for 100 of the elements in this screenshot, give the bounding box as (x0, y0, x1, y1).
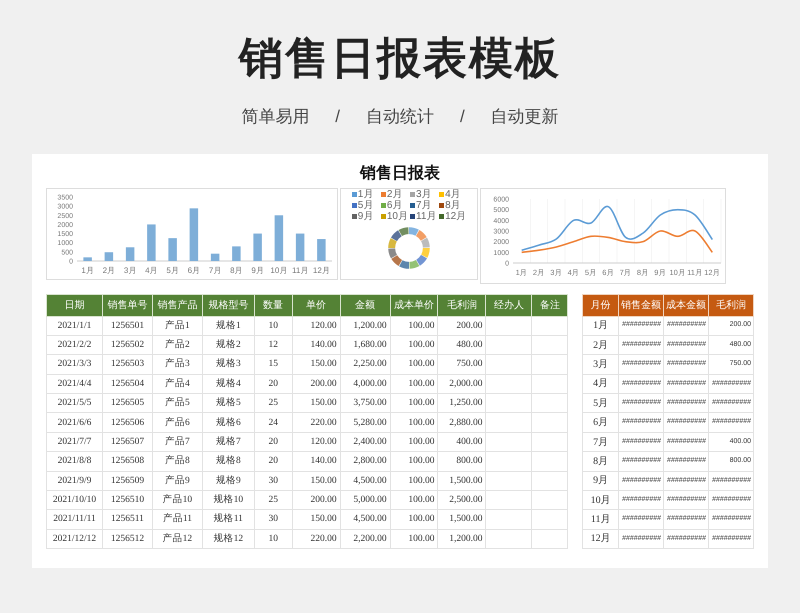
table-cell: 1256501 (102, 316, 152, 336)
table-cell: 150.00 (292, 471, 340, 491)
table-cell: 产品11 (152, 510, 202, 530)
chart-bar (83, 256, 92, 260)
table-cell: 150.00 (292, 510, 340, 530)
column-header: 月份 (582, 294, 619, 316)
legend-label: 11月 (416, 210, 436, 222)
table-cell: 6月 (582, 412, 619, 432)
table-cell: 4,000.00 (340, 374, 390, 394)
legend-label: 2月 (386, 188, 402, 200)
axis-label: 7月 (208, 266, 222, 274)
table-cell: 3月 (582, 354, 619, 374)
column-header: 销售单号 (102, 294, 152, 316)
axis-label: 12月 (312, 266, 330, 274)
table-cell: 15 (254, 354, 292, 374)
column-header: 金额 (340, 294, 390, 316)
chart-bar (147, 224, 156, 260)
table-cell: 1256510 (102, 490, 152, 510)
table-cell: 800.00 (438, 452, 486, 472)
axis-label: 11月 (292, 266, 308, 274)
table-cell: 产品7 (152, 432, 202, 452)
legend-label: 12月 (445, 210, 466, 222)
table-cell: 10月 (582, 490, 619, 510)
axis-label: 2月 (102, 266, 116, 274)
table-cell: 5,000.00 (340, 490, 390, 510)
table-cell: 2,250.00 (340, 354, 390, 374)
table-cell: 1256507 (102, 432, 152, 452)
table-cell: 1,250.00 (438, 394, 486, 413)
table-cell: 100.00 (390, 335, 438, 355)
table-cell: 规格6 (202, 412, 254, 432)
table-cell: 1256511 (102, 510, 152, 530)
table-cell: 2021/5/5 (46, 394, 102, 413)
table-cell: 2,000.00 (438, 374, 486, 394)
table-cell: 2,500.00 (438, 490, 486, 510)
table-cell: 规格12 (202, 529, 254, 549)
table-cell: 1月 (582, 316, 619, 336)
table-cell: 产品2 (152, 335, 202, 355)
table-cell: 1,200.00 (340, 316, 390, 336)
table-cell: 1,680.00 (340, 335, 390, 355)
table-cell: 产品8 (152, 452, 202, 472)
table-cell: 1256502 (102, 335, 152, 355)
legend-label: 4月 (445, 188, 461, 200)
table-cell: 120.00 (292, 432, 340, 452)
table-cell: 20 (254, 432, 292, 452)
table-cell: 5月 (582, 394, 619, 413)
table-cell: 2,400.00 (340, 432, 390, 452)
table-cell: 2021/12/12 (46, 529, 102, 549)
table-cell: 25 (254, 394, 292, 413)
table-cell: 20 (254, 452, 292, 472)
legend-label: 7月 (416, 200, 432, 210)
table-cell: 产品4 (152, 374, 202, 394)
table-cell: 1256508 (102, 452, 152, 472)
table-cell: 150.00 (292, 394, 340, 413)
table-cell: 规格4 (202, 374, 254, 394)
table-cell: 1256503 (102, 354, 152, 374)
table-cell: 1,500.00 (438, 471, 486, 491)
table-cell: 140.00 (292, 335, 340, 355)
table-cell: 2,200.00 (340, 529, 390, 549)
subtitle-text: / (335, 106, 340, 128)
chart-bar (104, 252, 114, 260)
column-header: 备注 (532, 294, 568, 316)
axis-label: 5月 (166, 266, 179, 274)
table-cell: 2021/3/3 (46, 354, 102, 374)
table-cell: 140.00 (292, 452, 340, 472)
column-header: 单价 (292, 294, 340, 316)
axis-label: 4月 (145, 266, 158, 274)
table-cell: 100.00 (390, 471, 438, 491)
table-cell: 2021/6/6 (46, 412, 102, 432)
table-cell: 2021/10/10 (46, 490, 102, 510)
table-cell: 12月 (582, 529, 619, 549)
table-cell: 2021/9/9 (46, 471, 102, 491)
chart-bar (190, 208, 198, 260)
table-cell: 480.00 (438, 335, 486, 355)
table-cell: 100.00 (390, 412, 438, 432)
column-header: 毛利润 (438, 294, 486, 316)
table-cell: 2,880.00 (438, 412, 486, 432)
axis-label: 3月 (124, 266, 136, 274)
table-cell: 规格1 (202, 316, 254, 336)
sheet-title: 销售日报表 (360, 164, 440, 184)
table-cell: 2021/11/11 (46, 510, 102, 530)
chart-bar (317, 238, 326, 260)
table-cell: 25 (254, 490, 292, 510)
table-cell: 100.00 (390, 432, 438, 452)
table-cell: 220.00 (292, 529, 340, 549)
column-header: 数量 (254, 294, 292, 316)
table-cell: 24 (254, 412, 292, 432)
table-cell: 100.00 (390, 316, 438, 336)
table-cell: 1256505 (102, 394, 152, 413)
column-header: 销售产品 (152, 294, 202, 316)
table-cell: 10 (254, 316, 292, 336)
axis-label: 8月 (230, 266, 243, 274)
chart-bar (168, 238, 177, 260)
table-cell: 规格10 (202, 490, 254, 510)
table-cell: 2月 (582, 335, 619, 355)
table-cell: 规格3 (202, 354, 254, 374)
table-cell: 220.00 (292, 412, 340, 432)
table-cell: 100.00 (390, 510, 438, 530)
table-cell: 产品10 (152, 490, 202, 510)
table-cell: 100.00 (390, 529, 438, 549)
chart-bar (274, 214, 284, 260)
